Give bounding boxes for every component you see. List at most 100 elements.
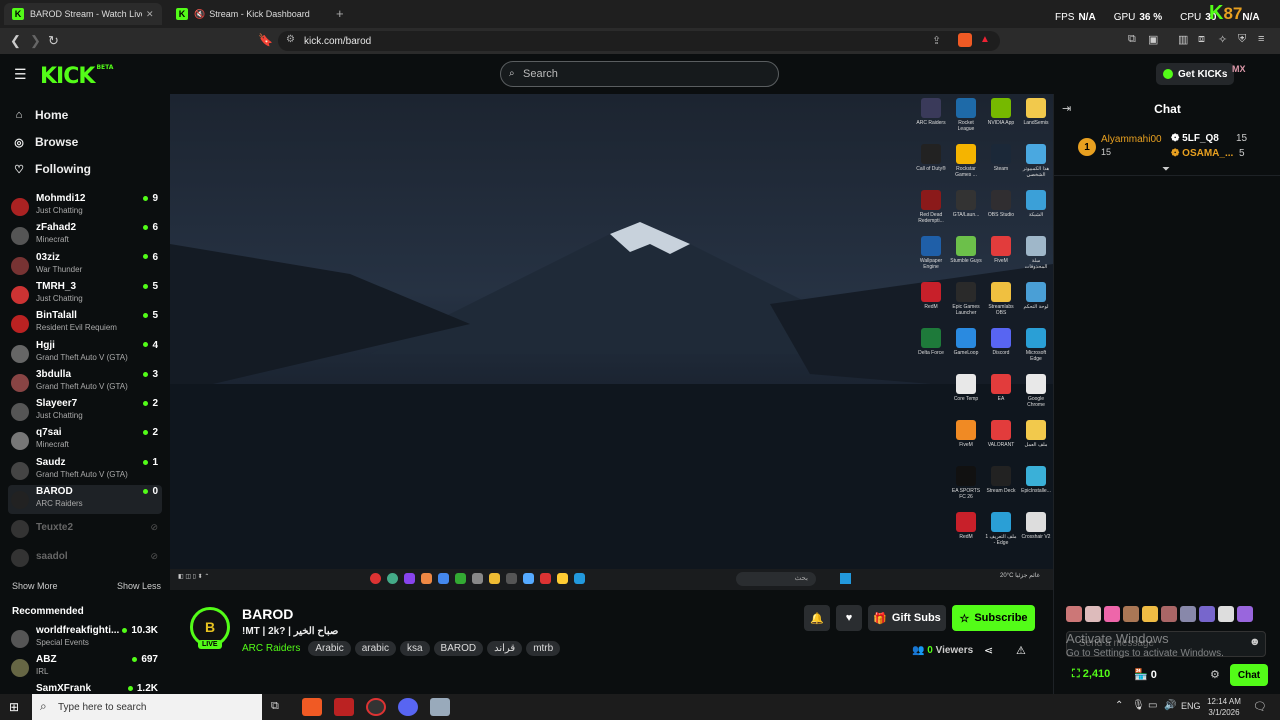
get-kicks-button[interactable]: Get KICKs bbox=[1156, 63, 1235, 85]
channel-avatar bbox=[11, 198, 29, 216]
top-gifter-name[interactable]: Alyammahi00 bbox=[1101, 134, 1162, 145]
desktop-icon: EA bbox=[985, 374, 1017, 402]
language-indicator[interactable]: ENG bbox=[1181, 701, 1201, 711]
explorer-taskbar-icon[interactable] bbox=[430, 698, 450, 716]
category-link[interactable]: ARC Raiders bbox=[242, 643, 300, 654]
emote-bar bbox=[1066, 606, 1253, 622]
tag-chip[interactable]: Arabic bbox=[308, 641, 351, 656]
gift-icon: ❁ bbox=[1171, 148, 1183, 159]
sidebar-channel[interactable]: Hgji Grand Theft Auto V (GTA) 4 bbox=[8, 339, 162, 368]
reload-icon[interactable]: ↻ bbox=[48, 33, 59, 49]
tag-chip[interactable]: قراند bbox=[487, 641, 523, 656]
hamburger-menu-icon[interactable]: ☰ bbox=[14, 66, 27, 83]
recommended-channel[interactable]: worldfreakfighti... Special Events 10.3K bbox=[8, 624, 162, 653]
show-less-button[interactable]: Show Less bbox=[117, 581, 161, 591]
gifter-2[interactable]: ❁ 5LF_Q8 bbox=[1171, 133, 1219, 144]
brave-rewards-icon[interactable]: ▲ bbox=[980, 34, 990, 45]
volume-icon[interactable]: 🔊 bbox=[1164, 700, 1176, 711]
sidebar-channel[interactable]: Slayeer7 Just Chatting 2 bbox=[8, 397, 162, 426]
sidebar-channel[interactable]: zFahad2 Minecraft 6 bbox=[8, 221, 162, 250]
sidebar-channel[interactable]: 03ziz War Thunder 6 bbox=[8, 251, 162, 280]
nav-following[interactable]: ♡ Following bbox=[12, 162, 91, 176]
sidebar-channel[interactable]: Mohmdi12 Just Chatting 9 bbox=[8, 192, 162, 221]
clock[interactable]: 12:14 AM 3/1/2026 bbox=[1206, 696, 1242, 718]
show-more-button[interactable]: Show More bbox=[12, 581, 58, 591]
obs-taskbar-icon[interactable] bbox=[366, 698, 386, 716]
sidebar-channel[interactable]: BinTalall Resident Evil Requiem 5 bbox=[8, 309, 162, 338]
chat-settings-icon[interactable]: ⚙ bbox=[1210, 668, 1220, 681]
url-field[interactable]: kick.com/barod ⚙ ⇪ ▲ bbox=[278, 31, 1000, 51]
nav-home[interactable]: ⌂ Home bbox=[12, 108, 69, 122]
desktop-icon: LandSemis bbox=[1020, 98, 1052, 126]
brave-taskbar-icon[interactable] bbox=[302, 698, 322, 716]
tag-chip[interactable]: ksa bbox=[399, 641, 430, 656]
follow-button[interactable]: ♥ bbox=[836, 605, 862, 631]
viewer-count: 6 bbox=[143, 252, 158, 263]
tray-chevron-icon[interactable]: ⌃ bbox=[1115, 700, 1123, 711]
tab-kick-dashboard[interactable]: K 🔇 Stream - Kick Dashboard bbox=[168, 3, 328, 25]
new-tab-button[interactable]: + bbox=[336, 6, 344, 21]
site-info-icon[interactable]: ⚙ bbox=[286, 34, 295, 45]
forward-icon[interactable]: ❯ bbox=[30, 33, 41, 49]
sidebar-channel[interactable]: Saudz Grand Theft Auto V (GTA) 1 bbox=[8, 456, 162, 485]
recommended-channel[interactable]: ABZ IRL 697 bbox=[8, 653, 162, 682]
channel-name: Hgji bbox=[36, 339, 55, 351]
vpn-icon[interactable]: ⧈ bbox=[1198, 33, 1205, 46]
desktop-icon: Red Dead Redempti... bbox=[915, 190, 947, 224]
gift-subs-button[interactable]: 🎁 Gift Subs bbox=[868, 605, 946, 631]
sidebar-channel-offline[interactable]: Teuxte2 ⊘ bbox=[8, 514, 162, 543]
tag-chip[interactable]: arabic bbox=[354, 641, 396, 656]
desktop-app-icon bbox=[1026, 328, 1046, 348]
task-view-icon[interactable]: ⧉ bbox=[271, 700, 279, 713]
kick-favicon-icon: K bbox=[12, 8, 24, 20]
brave-shield-icon[interactable] bbox=[958, 33, 972, 47]
emoji-icon[interactable]: ☻ bbox=[1249, 636, 1261, 648]
close-tab-icon[interactable]: ✕ bbox=[146, 9, 154, 20]
kick-logo[interactable]: KICK BETA bbox=[40, 64, 113, 89]
channel-name[interactable]: BAROD bbox=[242, 606, 293, 622]
wallet-icon[interactable]: ▣ bbox=[1148, 33, 1158, 46]
channel-name: BinTalall bbox=[36, 310, 77, 322]
video-app-taskbar-icon[interactable] bbox=[334, 698, 354, 716]
extensions-icon[interactable]: ⧉ bbox=[1128, 33, 1136, 46]
gifter-3[interactable]: ❁ OSAMA_... bbox=[1171, 148, 1233, 159]
expand-leaderboard-icon[interactable]: ⏷ bbox=[1162, 164, 1170, 175]
tab-barod-stream[interactable]: K BAROD Stream - Watch Live on ✕ bbox=[4, 3, 162, 25]
tag-chip[interactable]: mtrb bbox=[526, 641, 561, 656]
user-avatar[interactable]: MX bbox=[1232, 64, 1254, 84]
sidebar-channel-offline[interactable]: saadol ⊘ bbox=[8, 543, 162, 572]
report-icon[interactable]: ⚠ bbox=[1016, 644, 1026, 657]
leo-icon[interactable]: ✧ bbox=[1218, 33, 1227, 46]
notification-center-icon[interactable]: 🗨 bbox=[1253, 700, 1267, 713]
sidebar-channel[interactable]: q7sai Minecraft 2 bbox=[8, 426, 162, 455]
channel-name: Slayeer7 bbox=[36, 398, 78, 410]
share-icon[interactable]: ⇪ bbox=[932, 34, 941, 47]
sidebar-channel[interactable]: BAROD ARC Raiders 0 bbox=[8, 485, 162, 514]
subscribe-button[interactable]: ☆ Subscribe bbox=[952, 605, 1035, 631]
send-chat-button[interactable]: Chat bbox=[1230, 664, 1268, 686]
tag-chip[interactable]: BAROD bbox=[433, 641, 484, 656]
back-icon[interactable]: ❮ bbox=[10, 33, 21, 49]
kicks-balance[interactable]: ⛶ 2,410 bbox=[1072, 668, 1110, 681]
network-icon[interactable]: ▭ bbox=[1148, 700, 1157, 711]
shop-balance[interactable]: 🏪 0 bbox=[1134, 668, 1157, 681]
notifications-button[interactable]: 🔔 bbox=[804, 605, 830, 631]
video-player[interactable]: ARC Raiders Rocket League NVIDIA App LandSe… bbox=[170, 94, 1053, 590]
share-icon[interactable]: ⋖ bbox=[984, 644, 993, 657]
menu-icon[interactable]: ≡ bbox=[1258, 33, 1264, 45]
bookmark-icon[interactable]: 🔖 bbox=[258, 33, 273, 47]
desktop-icon-label: VALORANT bbox=[987, 442, 1015, 448]
taskbar-search-placeholder: Type here to search bbox=[58, 701, 147, 713]
microphone-icon[interactable]: 🎙 bbox=[1132, 700, 1145, 711]
sidebar-channel[interactable]: 3bdulla Grand Theft Auto V (GTA) 3 bbox=[8, 368, 162, 397]
nav-browse[interactable]: ◎ Browse bbox=[12, 135, 78, 149]
sidebar-toggle-icon[interactable]: ▥ bbox=[1178, 33, 1188, 46]
taskbar-search-input[interactable]: ⌕ Type here to search bbox=[32, 694, 262, 720]
discord-taskbar-icon[interactable] bbox=[398, 698, 418, 716]
sidebar-channel[interactable]: TMRH_3 Just Chatting 5 bbox=[8, 280, 162, 309]
search-input[interactable]: ⌕ Search bbox=[500, 61, 779, 87]
shield-icon[interactable]: ⛨ bbox=[1238, 33, 1246, 46]
recommended-channel[interactable]: SamXFrank 1.2K bbox=[8, 682, 162, 694]
viewer-count: 👥 0 Viewers bbox=[912, 645, 973, 656]
windows-start-icon[interactable]: ⊞ bbox=[9, 700, 19, 714]
